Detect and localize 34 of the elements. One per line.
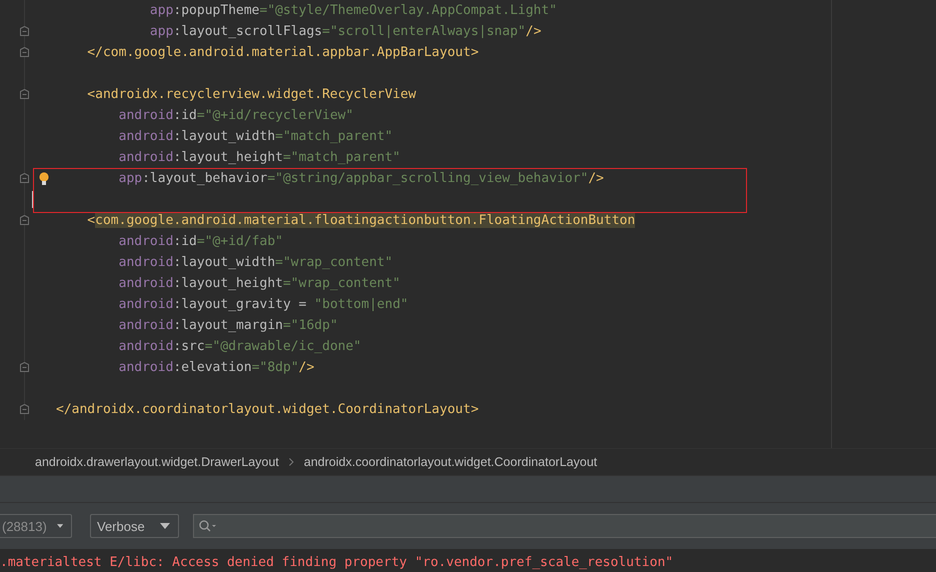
code-line: android:layout_gravity = "bottom|end" xyxy=(118,296,408,313)
fold-marker-icon[interactable] xyxy=(20,89,29,99)
code-line: android:layout_margin="16dp" xyxy=(118,317,338,334)
code-line: app:layout_scrollFlags="scroll|enterAlways|snap"/> xyxy=(148,23,542,40)
code-line: </androidx.coordinatorlayout.widget.CoordinatorLayout> xyxy=(56,401,479,418)
code-line: android:layout_height="match_parent" xyxy=(118,149,400,166)
code-line: android:id="@+id/recyclerView" xyxy=(118,107,354,124)
search-icon xyxy=(199,520,217,532)
fold-marker-icon[interactable] xyxy=(20,173,29,183)
code-line: android:layout_width="wrap_content" xyxy=(118,254,393,271)
code-line: <androidx.recyclerview.widget.RecyclerView xyxy=(86,86,416,103)
log-line: .materialtest E/libc: Access denied finding property "ro.vendor.pref_scale_resolution" xyxy=(0,555,674,570)
code-line: android:layout_width="match_parent" xyxy=(118,128,393,145)
code-line: </com.google.android.material.appbar.AppBarLayout> xyxy=(86,44,479,61)
fold-marker-icon[interactable] xyxy=(20,26,29,36)
chevron-right-icon xyxy=(288,458,294,466)
fold-marker-icon[interactable] xyxy=(20,47,29,57)
search-field[interactable] xyxy=(193,514,936,538)
caret-icon xyxy=(56,523,63,529)
lightbulb-icon[interactable] xyxy=(39,172,49,186)
fold-marker-icon[interactable] xyxy=(20,404,29,414)
code-line: android:layout_height="wrap_content" xyxy=(118,275,400,292)
log-level-dropdown[interactable]: Verbose xyxy=(90,514,179,538)
breadcrumb-item[interactable]: androidx.coordinatorlayout.widget.CoordinatorLayout xyxy=(304,455,598,469)
code-line: <com.google.android.material.floatingactionbutton.FloatingActionButton xyxy=(86,212,636,229)
fold-marker-icon[interactable] xyxy=(20,362,29,372)
code-line: app:popupTheme="@style/ThemeOverlay.AppCompat.Light" xyxy=(148,2,557,19)
code-line: android:id="@+id/fab" xyxy=(118,233,283,250)
breadcrumb-item[interactable]: androidx.drawerlayout.widget.DrawerLayout xyxy=(35,455,279,469)
code-line: app:layout_behavior="@string/appbar_scrolling_view_behavior"/> xyxy=(118,170,604,187)
fold-marker-icon[interactable] xyxy=(20,215,29,225)
code-line: android:src="@drawable/ic_done" xyxy=(118,338,362,355)
caret-icon xyxy=(160,523,170,529)
code-line: android:elevation="8dp"/> xyxy=(118,359,314,376)
